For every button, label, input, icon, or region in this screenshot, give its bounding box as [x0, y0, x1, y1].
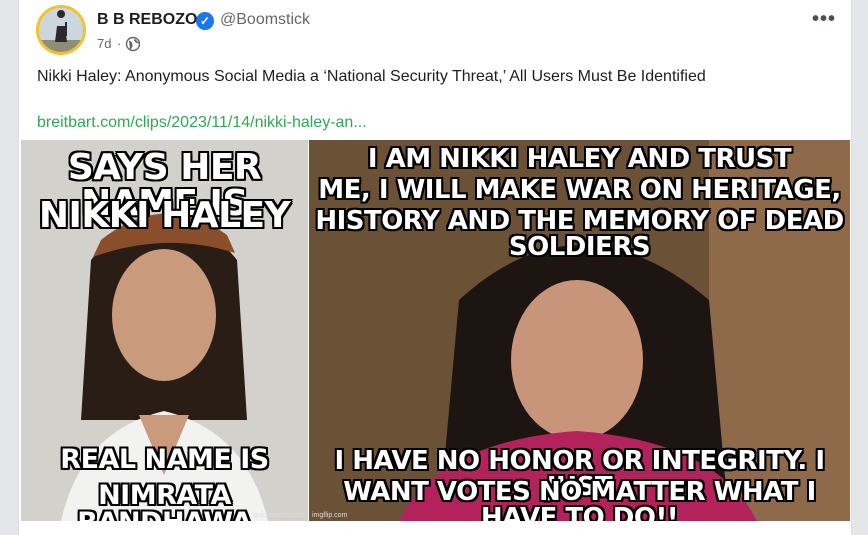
- post-time[interactable]: 7d: [97, 36, 111, 51]
- meme-top-text-line3: HISTORY AND THE MEMORY OF DEAD SOLDIERS: [315, 206, 844, 262]
- meme-image-left[interactable]: SAYS HER NAME IS NIKKI HALEY REAL NAME I…: [21, 140, 308, 521]
- avatar[interactable]: [36, 5, 86, 55]
- more-options-button[interactable]: •••: [812, 8, 836, 31]
- verified-badge-icon: ✓: [196, 12, 214, 30]
- article-link[interactable]: breitbart.com/clips/2023/11/14/nikki-hal…: [37, 114, 367, 132]
- author-name[interactable]: B B REBOZO: [97, 11, 197, 29]
- post-card: B B REBOZO ✓ @Boomstick 7d · ••• Nikki H…: [18, 0, 852, 535]
- meme-top-text-line1: I AM NIKKI HALEY AND TRUST: [367, 144, 792, 174]
- meme-top-text-line2: ME, I WILL MAKE WAR ON HERITAGE,: [318, 175, 841, 205]
- meme-image-right[interactable]: I AM NIKKI HALEY AND TRUST ME, I WILL MA…: [309, 140, 850, 521]
- author-handle[interactable]: @Boomstick: [220, 11, 310, 29]
- meme-top-text-line2: NIKKI HALEY: [38, 195, 291, 236]
- post-text: Nikki Haley: Anonymous Social Media a ‘N…: [37, 68, 706, 85]
- meme-bottom-text-line1: REAL NAME IS: [60, 444, 269, 475]
- meme-bottom-text-line2: WANT VOTES NO MATTER WHAT I HAVE TO DO!!: [343, 477, 816, 521]
- watermark: quickmeme.com: [253, 512, 304, 519]
- separator-dot: ·: [117, 36, 122, 51]
- watermark: imgflip.com: [312, 512, 348, 519]
- globe-icon: [125, 36, 141, 52]
